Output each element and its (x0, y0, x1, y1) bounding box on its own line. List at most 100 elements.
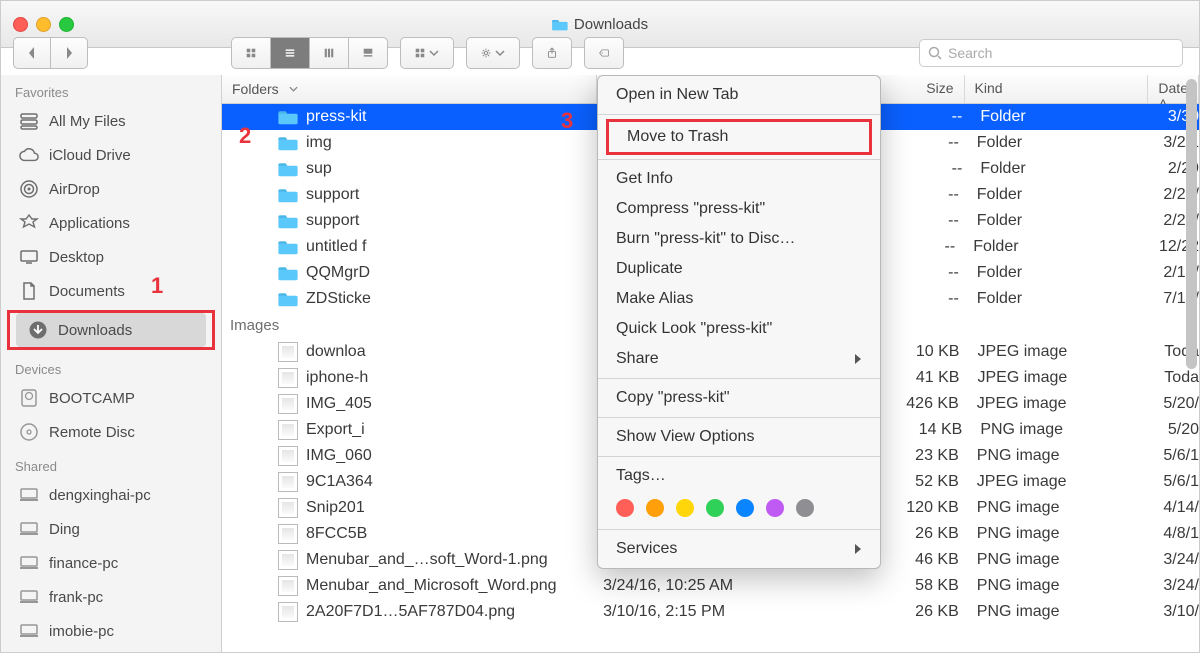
forward-button[interactable] (50, 37, 88, 69)
file-kind: JPEG image (977, 369, 1164, 387)
col-name[interactable]: Folders (222, 75, 597, 103)
action-dropdown[interactable] (466, 37, 520, 69)
file-size: 41 KB (879, 369, 978, 387)
ctx-separator (598, 114, 880, 115)
file-size: 46 KB (878, 551, 977, 569)
hdd-icon (19, 388, 39, 408)
allfiles-icon (19, 111, 39, 131)
file-icon (278, 420, 298, 440)
tags-button[interactable] (584, 37, 624, 69)
file-name: sup (306, 160, 332, 178)
sidebar-item-all-my-files[interactable]: All My Files (1, 104, 221, 138)
sidebar-item-frank-pc[interactable]: frank-pc (1, 580, 221, 614)
sidebar-item-label: All My Files (49, 113, 126, 130)
finder-window: Downloads Search FavoritesAll My F (0, 0, 1200, 653)
airdrop-icon (19, 179, 39, 199)
share-button[interactable] (532, 37, 572, 69)
file-name: Menubar_and_…soft_Word-1.png (306, 551, 548, 569)
ctx-item[interactable]: Tags… (598, 461, 880, 491)
ctx-item[interactable]: Copy "press-kit" (598, 383, 880, 413)
sidebar-item-label: BOOTCAMP (49, 390, 135, 407)
file-row[interactable]: 2A20F7D1…5AF787D04.png3/10/16, 2:15 PM26… (222, 599, 1199, 625)
tag-dot[interactable] (736, 499, 754, 517)
sidebar-item-label: Desktop (49, 249, 104, 266)
folder-icon (278, 213, 298, 229)
sidebar-item-desktop[interactable]: Desktop (1, 240, 221, 274)
ctx-item[interactable]: Compress "press-kit" (598, 194, 880, 224)
callout-1: 1 (151, 273, 163, 299)
scroll-thumb[interactable] (1186, 79, 1197, 369)
file-name: Snip201 (306, 499, 365, 517)
ctx-item[interactable]: Duplicate (598, 254, 880, 284)
view-icons-button[interactable] (231, 37, 270, 69)
ctx-item[interactable]: Get Info (598, 164, 880, 194)
file-size: -- (878, 134, 977, 152)
submenu-arrow-icon (854, 353, 862, 365)
view-list-button[interactable] (270, 37, 309, 69)
close-button[interactable] (13, 17, 28, 32)
file-name: ZDSticke (306, 290, 371, 308)
tag-dot[interactable] (796, 499, 814, 517)
col-kind[interactable]: Kind (965, 75, 1149, 103)
callout-box: Move to Trash (606, 119, 872, 155)
file-kind: Folder (980, 108, 1168, 126)
file-icon (278, 576, 298, 596)
sidebar-item-remote-disc[interactable]: Remote Disc (1, 415, 221, 449)
sidebar-item-ding[interactable]: Ding (1, 512, 221, 546)
search-input[interactable]: Search (919, 39, 1183, 67)
sidebar-item-documents[interactable]: Documents (1, 274, 221, 308)
ctx-item[interactable]: Services (598, 534, 880, 564)
view-coverflow-button[interactable] (348, 37, 388, 69)
sidebar-item-downloads[interactable]: Downloads (16, 313, 206, 347)
arrange-dropdown[interactable] (400, 37, 454, 69)
ctx-separator (598, 417, 880, 418)
submenu-arrow-icon (854, 543, 862, 555)
file-kind: JPEG image (977, 473, 1164, 491)
file-modified: 3/24/16, 10:25 AM (603, 577, 878, 595)
file-name: downloa (306, 343, 366, 361)
file-row[interactable]: Menubar_and_Microsoft_Word.png3/24/16, 1… (222, 573, 1199, 599)
col-size[interactable]: Size (867, 75, 964, 103)
sidebar-item-label: dengxinghai-pc (49, 487, 151, 504)
ctx-item[interactable]: Share (598, 344, 880, 374)
file-name: iphone-h (306, 369, 368, 387)
ctx-item[interactable]: Open in New Tab (598, 80, 880, 110)
tag-dot[interactable] (646, 499, 664, 517)
sidebar-item-applications[interactable]: Applications (1, 206, 221, 240)
sidebar-item-airdrop[interactable]: AirDrop (1, 172, 221, 206)
ctx-item[interactable]: Move to Trash (609, 122, 869, 152)
toolbar (231, 37, 624, 69)
tag-dot[interactable] (616, 499, 634, 517)
file-name: 2A20F7D1…5AF787D04.png (306, 603, 515, 621)
sidebar-section-header: Devices (1, 352, 221, 381)
sidebar-item-icloud-drive[interactable]: iCloud Drive (1, 138, 221, 172)
scrollbar[interactable] (1186, 79, 1197, 640)
minimize-button[interactable] (36, 17, 51, 32)
ctx-separator (598, 456, 880, 457)
sidebar-item-label: finance-pc (49, 555, 118, 572)
ctx-item[interactable]: Show View Options (598, 422, 880, 452)
folder-icon (278, 265, 298, 281)
view-columns-button[interactable] (309, 37, 348, 69)
ctx-separator (598, 378, 880, 379)
folder-icon (552, 18, 568, 31)
file-kind: PNG image (977, 577, 1164, 595)
tag-dot[interactable] (706, 499, 724, 517)
sidebar-item-bootcamp[interactable]: BOOTCAMP (1, 381, 221, 415)
sidebar-item-imobie-pc[interactable]: imobie-pc (1, 614, 221, 648)
tag-dot[interactable] (676, 499, 694, 517)
file-list: Folders Date Modified Size Kind Date A p… (222, 75, 1199, 652)
back-button[interactable] (13, 37, 50, 69)
context-menu: Open in New Tab Move to Trash Get InfoComp… (597, 75, 881, 569)
file-size: 23 KB (878, 447, 977, 465)
ctx-item[interactable]: Make Alias (598, 284, 880, 314)
desktop-icon (19, 247, 39, 267)
sidebar-item-finance-pc[interactable]: finance-pc (1, 546, 221, 580)
ctx-item[interactable]: Burn "press-kit" to Disc… (598, 224, 880, 254)
sidebar-item-label: iCloud Drive (49, 147, 131, 164)
tag-dot[interactable] (766, 499, 784, 517)
ctx-item[interactable]: Quick Look "press-kit" (598, 314, 880, 344)
sidebar-item-dengxinghai-pc[interactable]: dengxinghai-pc (1, 478, 221, 512)
zoom-button[interactable] (59, 17, 74, 32)
file-icon (278, 342, 298, 362)
